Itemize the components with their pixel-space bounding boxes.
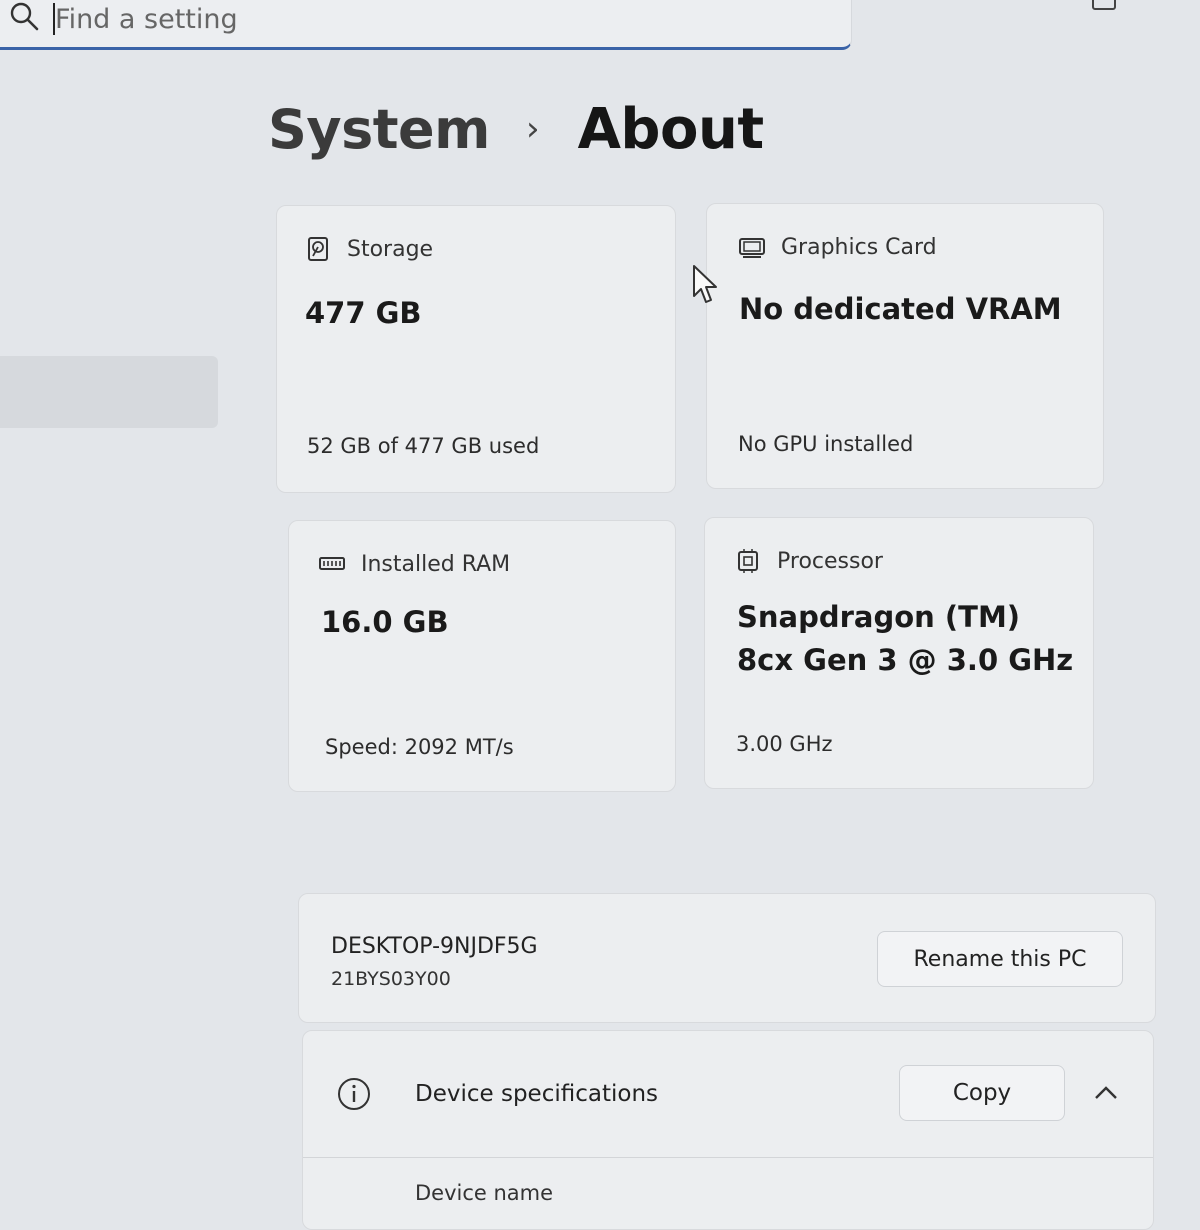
processor-icon [738,549,758,573]
memory-icon [319,557,345,570]
hard-drive-icon [308,237,328,261]
device-name-field-label: Device name [415,1181,554,1205]
ram-speed: Speed: 2092 MT/s [325,735,514,759]
processor-value: Snapdragon (TM) 8cx Gen 3 @ 3.0 GHz [737,600,1074,677]
ram-label: Installed RAM [361,551,511,577]
display-icon [739,238,765,258]
graphics-label: Graphics Card [781,234,937,260]
window-control-icon[interactable] [1092,0,1116,10]
page-title: About [577,96,765,162]
ram-card[interactable]: Installed RAM 16.0 GB Speed: 2092 MT/s [288,520,676,792]
rename-pc-button[interactable]: Rename this PC [877,931,1123,987]
divider [303,1157,1153,1158]
processor-speed: 3.00 GHz [736,732,833,756]
storage-card[interactable]: Storage 477 GB 52 GB of 477 GB used [276,205,676,493]
breadcrumb-system[interactable]: System [268,98,490,161]
ram-value: 16.0 GB [321,605,449,639]
device-specifications-title: Device specifications [415,1081,659,1107]
mouse-cursor-icon [693,265,717,303]
graphics-value: No dedicated VRAM [739,292,1062,326]
breadcrumb: System › About [268,94,764,164]
sidebar-selected-item[interactable] [0,356,218,428]
device-name-row: DESKTOP-9NJDF5G 21BYS03Y00 Rename this P… [298,893,1156,1023]
search-icon [10,2,39,31]
storage-label: Storage [347,236,434,262]
info-icon [338,1078,370,1110]
processor-card[interactable]: Processor Snapdragon (TM) 8cx Gen 3 @ 3.… [704,517,1094,789]
search-input[interactable] [53,3,755,35]
storage-used: 52 GB of 477 GB used [307,434,540,458]
search-box[interactable] [0,0,852,50]
graphics-card[interactable]: Graphics Card No dedicated VRAM No GPU i… [706,203,1104,489]
chevron-up-icon[interactable] [1093,1083,1119,1103]
device-specifications-section[interactable]: Device specifications Copy Device name [302,1030,1154,1230]
processor-label: Processor [777,548,883,574]
graphics-detail: No GPU installed [738,432,914,456]
copy-button[interactable]: Copy [899,1065,1065,1121]
device-name: DESKTOP-9NJDF5G [331,934,538,959]
device-model: 21BYS03Y00 [331,968,451,990]
storage-value: 477 GB [305,296,422,330]
chevron-right-icon: › [525,109,540,149]
